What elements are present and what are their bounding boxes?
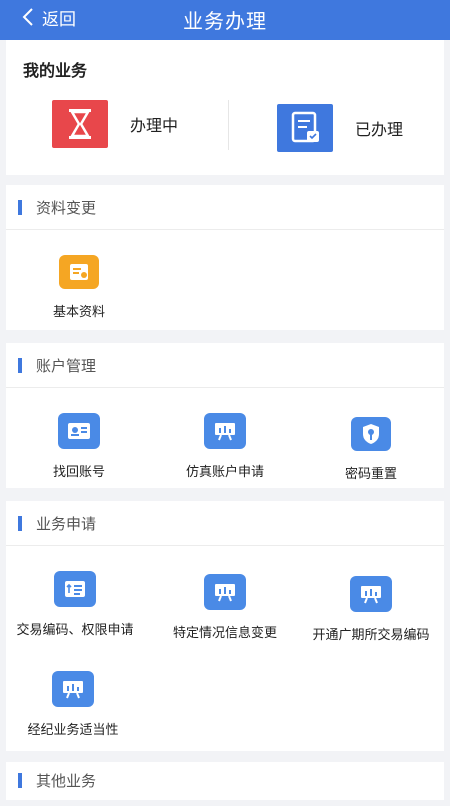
- hourglass-icon: [52, 100, 108, 148]
- tile-recover-account[interactable]: 找回账号: [6, 413, 152, 480]
- tile-label: 密码重置: [344, 467, 397, 482]
- section-title: 其他业务: [36, 772, 97, 790]
- completed-label: 已办理: [355, 120, 404, 139]
- presentation-icon: [204, 574, 246, 610]
- section-title: 账户管理: [36, 357, 97, 375]
- tile-label: 经纪业务适当性: [27, 723, 119, 738]
- divider: [228, 100, 229, 150]
- tile-label: 找回账号: [52, 465, 105, 480]
- tile-suitability[interactable]: 经纪业务适当性: [0, 671, 146, 738]
- page-title: 业务办理: [183, 9, 267, 33]
- tile-info-change[interactable]: 特定情况信息变更: [152, 574, 298, 641]
- shield-key-icon: [351, 417, 391, 451]
- section-accent-bar: [18, 200, 22, 215]
- tile-reset-password[interactable]: 密码重置: [298, 417, 444, 482]
- tile-label: 开通广期所交易编码: [312, 628, 430, 643]
- section-account-management: 账户管理 找回账号 仿真账户申请 密码重置: [6, 343, 444, 488]
- section-accent-bar: [18, 773, 22, 788]
- tile-label: 基本资料: [52, 305, 105, 320]
- tile-gfex-code[interactable]: 开通广期所交易编码: [298, 576, 444, 643]
- section-profile-change: 资料变更 基本资料: [6, 185, 444, 330]
- section-title: 资料变更: [36, 199, 97, 217]
- in-progress-button[interactable]: 办理中: [52, 100, 178, 148]
- my-business-card: 我的业务 办理中 已办理: [6, 40, 444, 175]
- section-title: 业务申请: [36, 515, 97, 533]
- list-icon: [54, 571, 96, 607]
- section-header: 其他业务: [6, 762, 444, 806]
- profile-card-icon: [59, 255, 99, 289]
- document-check-icon: [277, 104, 333, 152]
- tile-label: 特定情况信息变更: [172, 626, 277, 641]
- my-business-title: 我的业务: [23, 61, 88, 80]
- presentation-icon: [52, 671, 94, 707]
- section-header: 账户管理: [6, 343, 444, 388]
- section-header: 业务申请: [6, 501, 444, 546]
- tile-trading-code[interactable]: 交易编码、权限申请: [2, 571, 148, 638]
- in-progress-label: 办理中: [130, 116, 179, 135]
- presentation-icon: [204, 413, 246, 449]
- section-business-application: 业务申请 交易编码、权限申请 特定情况信息变更 开通广期所交易编码 经纪业务适当…: [6, 501, 444, 751]
- id-card-icon: [58, 413, 100, 449]
- section-header: 资料变更: [6, 185, 444, 230]
- section-other-business: 其他业务: [6, 762, 444, 800]
- top-bar: 返回 业务办理: [0, 0, 450, 40]
- presentation-icon: [350, 576, 392, 612]
- tile-basic-info[interactable]: 基本资料: [6, 255, 152, 320]
- section-accent-bar: [18, 358, 22, 373]
- tile-sim-account[interactable]: 仿真账户申请: [152, 413, 298, 480]
- completed-button[interactable]: 已办理: [277, 104, 403, 152]
- section-accent-bar: [18, 516, 22, 531]
- tile-label: 仿真账户申请: [185, 465, 264, 480]
- tile-label: 交易编码、权限申请: [16, 623, 134, 638]
